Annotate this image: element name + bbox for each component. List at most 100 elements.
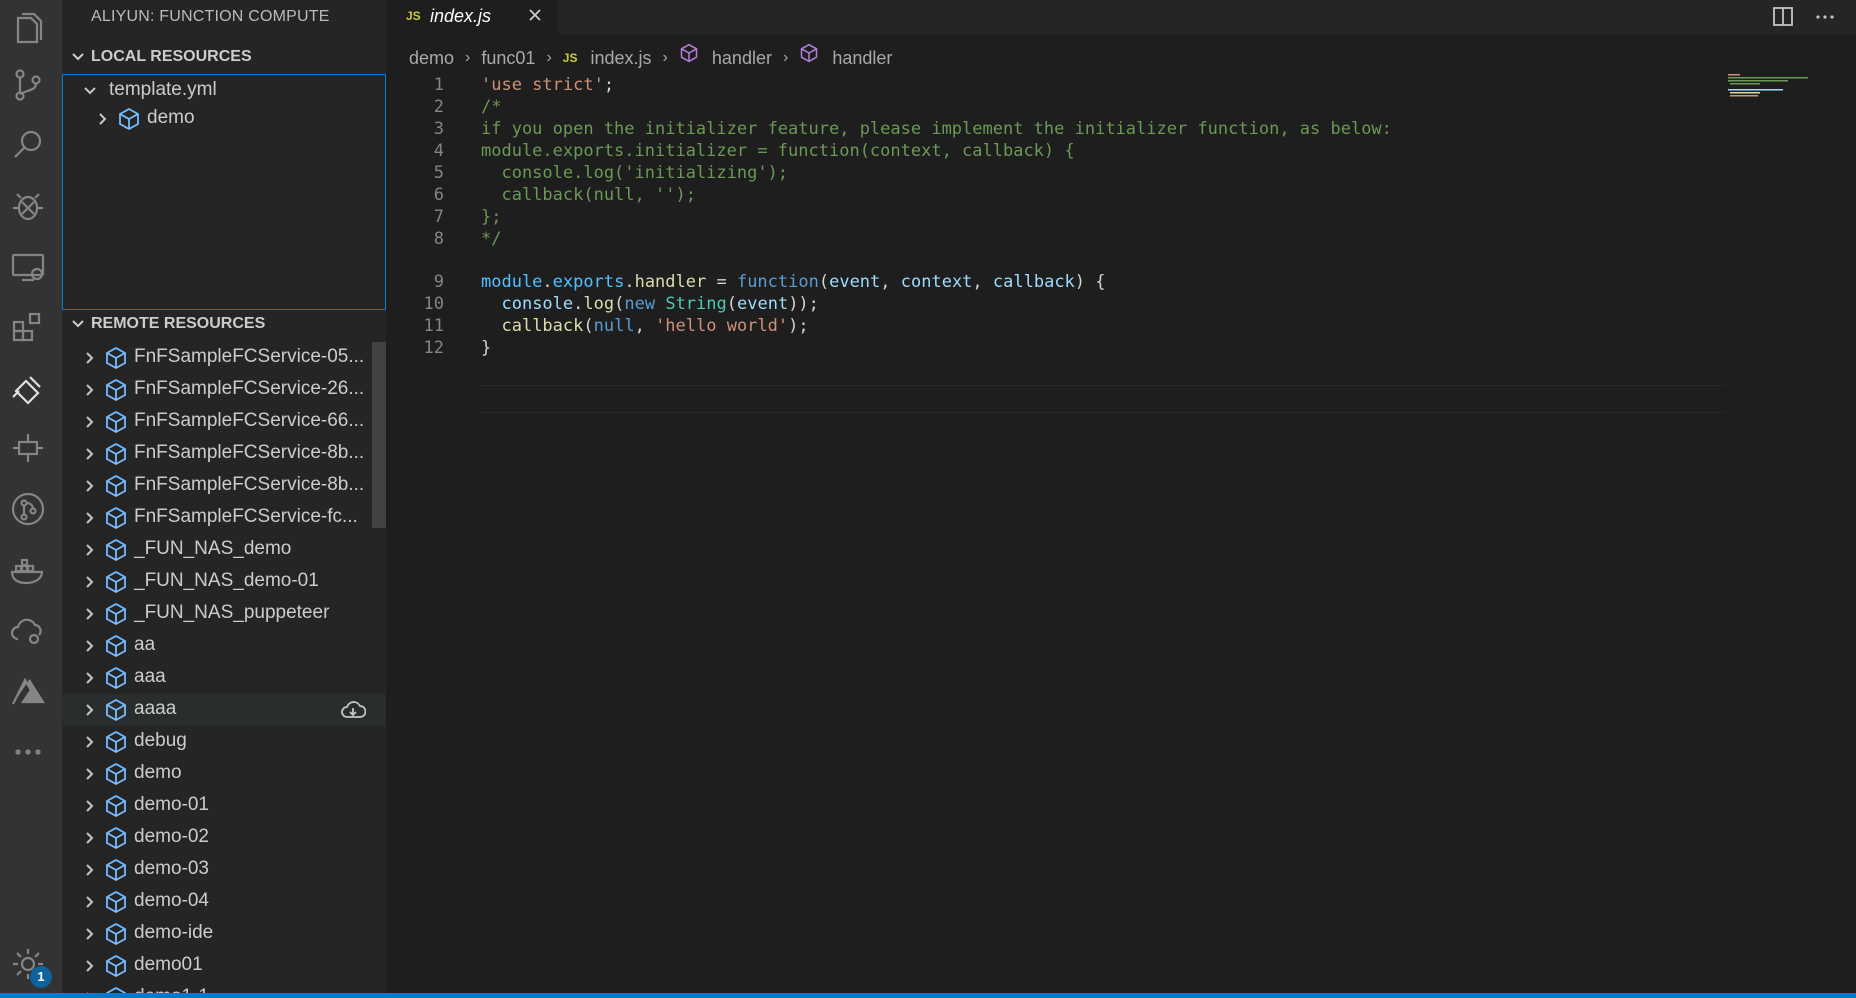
- chevron-right-icon: [80, 442, 98, 466]
- tree-item-remote-service[interactable]: demo-01: [62, 790, 386, 822]
- service-cube-icon: [104, 634, 128, 658]
- chevron-right-icon: ›: [782, 49, 789, 67]
- tree-item-remote-service[interactable]: FnFSampleFCService-8b...: [62, 470, 386, 502]
- service-cube-icon: [104, 954, 128, 978]
- chevron-right-icon: [80, 634, 98, 658]
- local-resources-header[interactable]: LOCAL RESOURCES: [62, 41, 386, 73]
- tree-item-remote-service[interactable]: demo01: [62, 950, 386, 982]
- remote-explorer-icon[interactable]: [0, 237, 55, 297]
- tree-item-remote-service[interactable]: demo: [62, 758, 386, 790]
- tree-item-remote-service[interactable]: aaa: [62, 662, 386, 694]
- service-cube-icon: [104, 826, 128, 850]
- tree-item-remote-service[interactable]: _FUN_NAS_demo-01: [62, 566, 386, 598]
- chevron-right-icon: [80, 410, 98, 434]
- breadcrumb-item[interactable]: index.js: [591, 41, 652, 75]
- service-cube-icon: [104, 346, 128, 370]
- tree-item-remote-service[interactable]: _FUN_NAS_puppeteer: [62, 598, 386, 630]
- tree-item-label: demo-03: [134, 858, 209, 879]
- tree-item-label: FnFSampleFCService-fc...: [134, 506, 358, 527]
- tree-item-label: _FUN_NAS_puppeteer: [134, 602, 330, 623]
- tree-item-label: demo-04: [134, 890, 209, 911]
- service-cube-icon: [104, 442, 128, 466]
- javascript-file-icon: JS: [406, 9, 421, 23]
- files-icon[interactable]: [0, 0, 55, 60]
- chevron-right-icon: ›: [546, 49, 552, 67]
- sidebar-title: ALIYUN: FUNCTION COMPUTE: [91, 8, 330, 25]
- chevron-right-icon: [80, 698, 98, 722]
- search-icon[interactable]: [0, 115, 55, 175]
- chevron-right-icon: [80, 890, 98, 914]
- chevron-right-icon: [80, 730, 98, 754]
- tree-item-label: aa: [134, 634, 156, 655]
- chevron-right-icon: [80, 826, 98, 850]
- tree-item-remote-service[interactable]: FnFSampleFCService-26...: [62, 374, 386, 406]
- service-cube-icon: [104, 378, 128, 402]
- git-graph-icon[interactable]: [0, 479, 55, 539]
- service-cube-icon: [104, 762, 128, 786]
- debug-icon[interactable]: [0, 176, 55, 236]
- breadcrumb-item[interactable]: func01: [481, 41, 535, 75]
- extensions-icon[interactable]: [0, 298, 55, 358]
- chevron-right-icon: [80, 474, 98, 498]
- cloud-download-icon[interactable]: [340, 698, 367, 722]
- service-cube-icon: [104, 410, 128, 434]
- more-icon[interactable]: [0, 722, 55, 782]
- tree-item-label: demo-02: [134, 826, 209, 847]
- chevron-right-icon: ›: [465, 49, 471, 67]
- source-control-icon[interactable]: [0, 55, 55, 115]
- tree-item-label: demo-ide: [134, 922, 214, 943]
- remote-resources-header[interactable]: REMOTE RESOURCES: [62, 308, 386, 340]
- tree-item-label: _FUN_NAS_demo: [134, 538, 292, 559]
- tree-item-remote-service[interactable]: _FUN_NAS_demo: [62, 534, 386, 566]
- tree-item-label: _FUN_NAS_demo-01: [134, 570, 319, 591]
- tree-item-remote-service[interactable]: aaaa: [62, 694, 386, 726]
- chevron-right-icon: [80, 506, 98, 530]
- tree-item-label: FnFSampleFCService-05...: [134, 346, 365, 367]
- tree-item-remote-service[interactable]: FnFSampleFCService-66...: [62, 406, 386, 438]
- tree-item-remote-service[interactable]: aa: [62, 630, 386, 662]
- plugin-icon[interactable]: [0, 418, 55, 478]
- chevron-right-icon: [80, 762, 98, 786]
- tree-item-remote-service[interactable]: demo-ide: [62, 918, 386, 950]
- breadcrumb-item[interactable]: handler: [712, 41, 772, 75]
- function-compute-icon[interactable]: [0, 357, 55, 417]
- tree-item-remote-service[interactable]: demo-03: [62, 854, 386, 886]
- sidebar-scrollbar[interactable]: [372, 342, 386, 528]
- service-cube-icon: [104, 730, 128, 754]
- service-cube-icon: [117, 107, 141, 131]
- docker-icon[interactable]: [0, 540, 55, 600]
- service-cube-icon: [104, 602, 128, 626]
- breadcrumb: demo › func01 › JS index.js › handler › …: [409, 40, 892, 74]
- service-cube-icon: [104, 666, 128, 690]
- sidebar: ALIYUN: FUNCTION COMPUTE LOCAL RESOURCES…: [62, 0, 386, 998]
- tree-item-remote-service[interactable]: demo-02: [62, 822, 386, 854]
- chevron-down-icon: [81, 79, 99, 103]
- service-cube-icon: [104, 506, 128, 530]
- tree-item-label: FnFSampleFCService-66...: [134, 410, 365, 431]
- symbol-method-icon: [680, 43, 698, 63]
- minimap[interactable]: [1726, 72, 1846, 102]
- tab-index-js[interactable]: JS index.js: [386, 0, 558, 34]
- tree-item-label: demo: [134, 762, 182, 783]
- breadcrumb-item[interactable]: handler: [832, 41, 892, 75]
- tree-item-remote-service[interactable]: FnFSampleFCService-fc...: [62, 502, 386, 534]
- chevron-right-icon: [80, 570, 98, 594]
- close-icon[interactable]: [525, 5, 545, 25]
- azure-icon[interactable]: [0, 662, 55, 722]
- tree-item-label: demo01: [134, 954, 203, 975]
- tree-item-remote-service[interactable]: FnFSampleFCService-8b...: [62, 438, 386, 470]
- editor-tab-bar: JS index.js: [386, 0, 1856, 34]
- remote-resources-tree: FnFSampleFCService-05... FnFSampleFCServi…: [62, 342, 386, 998]
- tree-item-remote-service[interactable]: demo-04: [62, 886, 386, 918]
- tree-item-demo[interactable]: demo: [63, 103, 387, 135]
- chevron-right-icon: [80, 666, 98, 690]
- split-editor-icon[interactable]: [1770, 4, 1796, 30]
- tree-item-label: FnFSampleFCService-26...: [134, 378, 365, 399]
- current-line-highlight: [478, 385, 1726, 413]
- more-actions-icon[interactable]: [1812, 4, 1838, 30]
- tree-item-remote-service[interactable]: debug: [62, 726, 386, 758]
- cloud-icon[interactable]: [0, 601, 55, 661]
- breadcrumb-item[interactable]: demo: [409, 41, 454, 75]
- tree-item-remote-service[interactable]: FnFSampleFCService-05...: [62, 342, 386, 374]
- chevron-right-icon: [80, 602, 98, 626]
